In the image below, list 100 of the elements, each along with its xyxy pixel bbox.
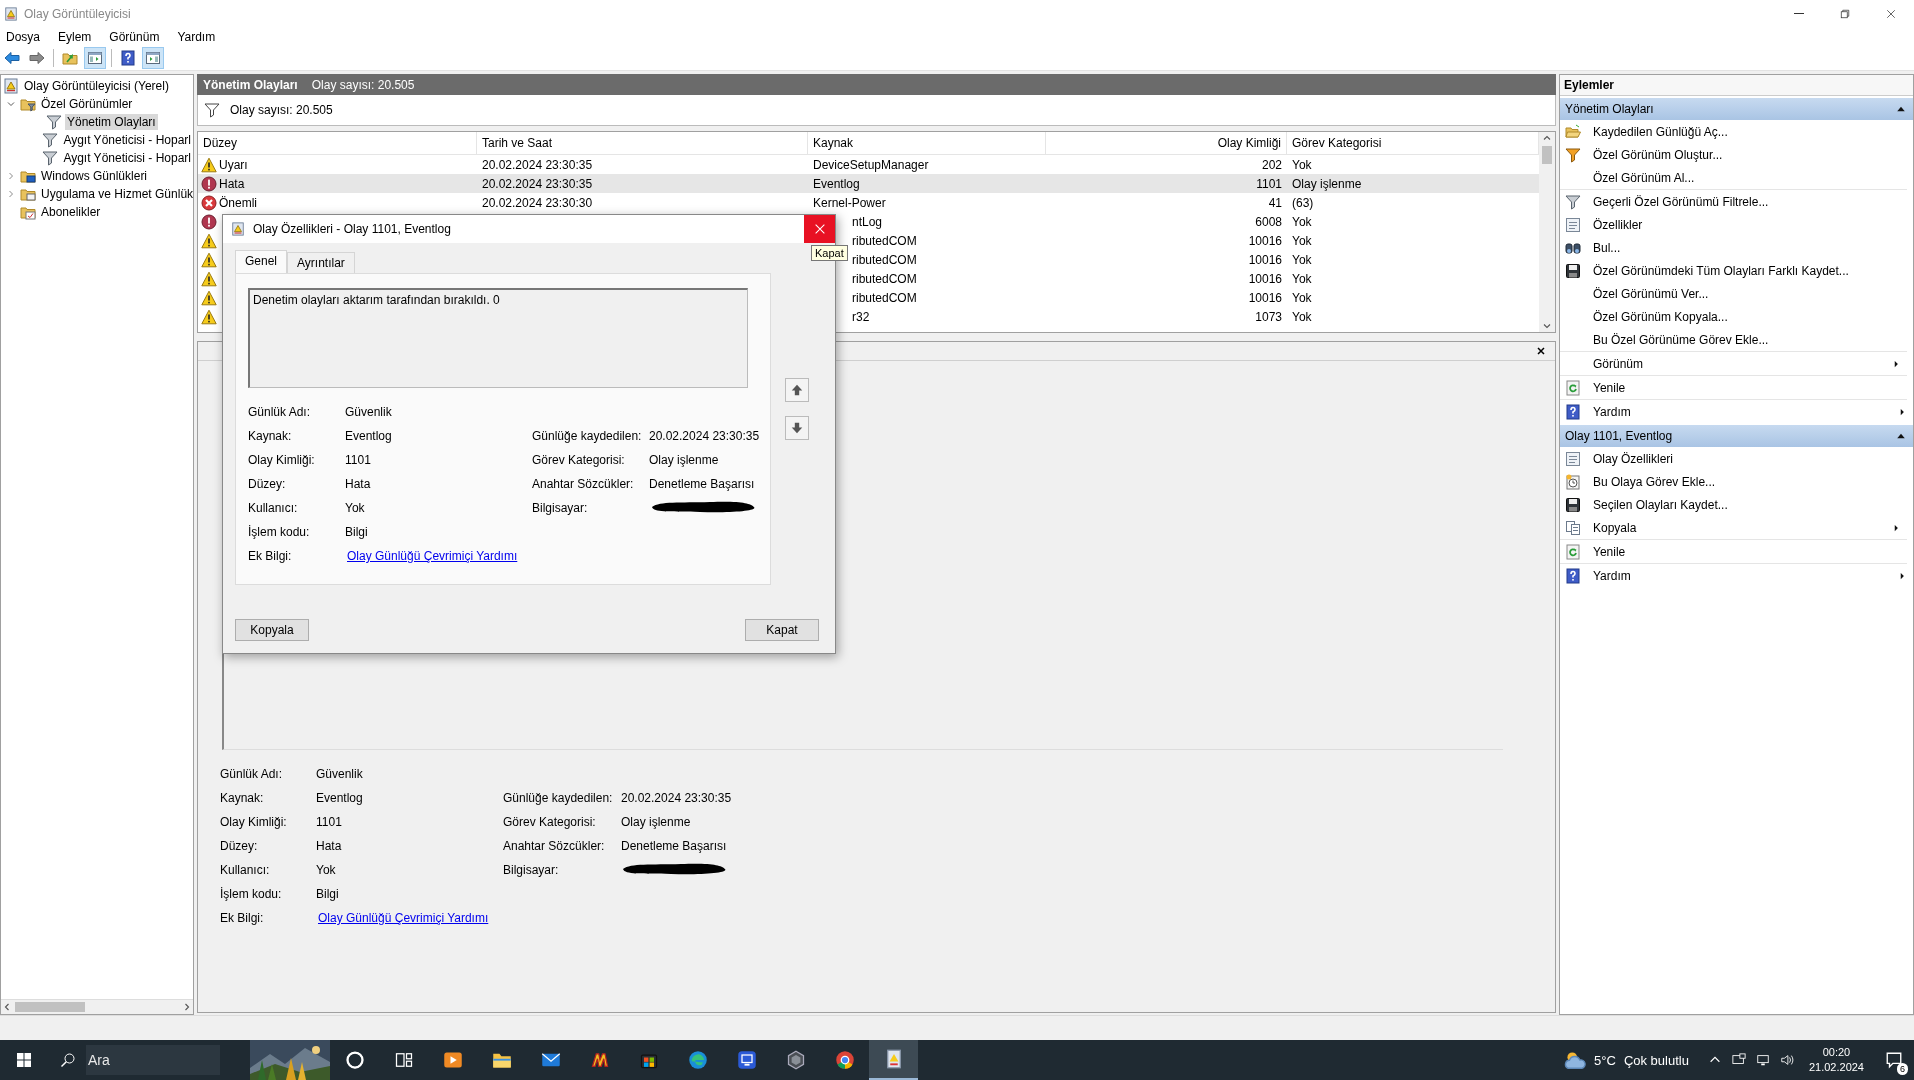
dialog-button[interactable]: Kopyala xyxy=(235,619,309,641)
event-viewer-icon xyxy=(3,78,19,94)
tree-item[interactable]: Olay Görüntüleyicisi (Yerel) xyxy=(22,78,171,94)
table-cell: Kernel-Power xyxy=(813,195,886,210)
tree-item[interactable]: Uygulama ve Hizmet Günlük xyxy=(39,186,193,202)
table-cell: Yok xyxy=(1292,290,1312,305)
search-field[interactable]: Ara xyxy=(86,1045,220,1075)
hexagon-icon xyxy=(785,1050,806,1070)
filter-icon xyxy=(1565,193,1581,210)
field-label: Günlüğe kaydedilen: xyxy=(532,429,643,443)
action-item[interactable]: Olay Özellikleri xyxy=(1593,451,1907,466)
action-item[interactable]: Kaydedilen Günlüğü Aç... xyxy=(1593,124,1907,139)
menu-item[interactable]: Görünüm xyxy=(105,27,168,46)
dialog-button[interactable]: Kapat xyxy=(745,619,819,641)
section-header[interactable]: Yönetim Olayları xyxy=(1560,98,1913,120)
table-cell: 1101 xyxy=(1256,176,1282,191)
table-cell: 20.02.2024 23:30:30 xyxy=(482,195,593,210)
scroll-thumb[interactable] xyxy=(1542,146,1552,164)
previous-button[interactable] xyxy=(785,378,809,402)
tree-item[interactable]: Aygıt Yöneticisi - Hoparl xyxy=(61,150,193,166)
action-item[interactable]: Geçerli Özel Görünümü Filtrele... xyxy=(1593,194,1907,209)
tree-item[interactable]: Aygıt Yöneticisi - Hoparl xyxy=(61,132,193,148)
volume-icon[interactable] xyxy=(1779,1053,1794,1067)
tree-item[interactable]: Abonelikler xyxy=(39,204,103,220)
toolbar-button[interactable] xyxy=(84,47,106,69)
menu-item[interactable]: Dosya xyxy=(2,27,48,46)
network-icon[interactable] xyxy=(1755,1053,1770,1067)
action-item[interactable]: Özel Görünüm Kopyala... xyxy=(1593,309,1907,324)
table-row[interactable]: Önemli 20.02.2024 23:30:30 Kernel-Power 41 (63) xyxy=(198,193,1539,212)
action-item[interactable]: Özellikler xyxy=(1593,217,1907,232)
tab[interactable]: Ayrıntılar xyxy=(287,252,355,273)
table-cell: Yok xyxy=(1292,214,1312,229)
action-item[interactable]: Bul... xyxy=(1593,240,1907,255)
help-link[interactable]: Olay Günlüğü Çevrimiçi Yardımı xyxy=(347,549,518,563)
field-label: Bilgisayar: xyxy=(532,501,589,515)
notification-count: 6 xyxy=(1897,1063,1908,1075)
action-item[interactable]: Bu Özel Görünüme Görev Ekle... xyxy=(1593,332,1901,347)
table-cell: Eventlog xyxy=(813,176,860,191)
action-item[interactable]: Kopyala xyxy=(1593,520,1891,535)
column-header[interactable]: Tarih ve Saat xyxy=(477,132,808,154)
action-item[interactable]: Özel Görünüm Al... xyxy=(1593,170,1901,185)
action-item[interactable]: Seçilen Olayları Kaydet... xyxy=(1593,497,1907,512)
section-header[interactable]: Olay 1101, Eventlog xyxy=(1560,425,1913,447)
table-row[interactable]: Uyarı 20.02.2024 23:30:35 DeviceSetupManager 202 Yok xyxy=(198,155,1539,174)
pane-title: Yönetim Olayları xyxy=(203,77,298,92)
table-row[interactable]: Hata 20.02.2024 23:30:35 Eventlog 1101 Olay işlenme xyxy=(198,174,1539,193)
minimize-icon xyxy=(1794,13,1804,14)
close-button[interactable] xyxy=(1535,345,1547,357)
menu-item[interactable]: Eylem xyxy=(54,27,100,46)
field-value: Denetleme Başarısı xyxy=(649,477,755,491)
field-value: Olay işlenme xyxy=(649,453,719,467)
event-viewer-icon xyxy=(4,6,18,21)
clock[interactable]: 00:20 21.02.2024 xyxy=(1808,1045,1864,1075)
back-arrow-icon xyxy=(4,50,20,66)
action-item[interactable]: Yardım xyxy=(1593,568,1897,583)
weather-widget[interactable]: 5°C Çok bulutlu xyxy=(1564,1049,1689,1071)
action-item[interactable]: Bu Olaya Görev Ekle... xyxy=(1593,474,1907,489)
close-icon xyxy=(1535,345,1547,357)
filter-summary: Olay sayısı: 20.505 xyxy=(230,103,333,117)
description-text: Denetim olayları aktarım tarafından bırakıldı. 0 xyxy=(253,293,500,307)
field-value: Bilgi xyxy=(316,887,339,901)
action-item[interactable]: Özel Görünüm Oluştur... xyxy=(1593,147,1907,162)
actions-title: Eylemler xyxy=(1560,75,1913,96)
window-title: Olay Görüntüleyicisi xyxy=(24,6,131,21)
start-icon xyxy=(16,1052,32,1068)
column-header[interactable]: Olay Kimliği xyxy=(1046,132,1287,154)
scroll-thumb[interactable] xyxy=(15,1002,85,1012)
action-item[interactable]: Yenile xyxy=(1593,544,1901,559)
field-label: Kullanıcı: xyxy=(248,501,299,515)
action-item[interactable]: Görünüm xyxy=(1593,356,1891,371)
tooltip: Kapat xyxy=(811,245,848,261)
help-link[interactable]: Olay Günlüğü Çevrimiçi Yardımı xyxy=(318,911,489,925)
help-icon xyxy=(1565,403,1581,420)
action-item[interactable]: Özel Görünümdeki Tüm Olayları Farklı Kaydet... xyxy=(1593,263,1907,278)
next-button[interactable] xyxy=(785,416,809,440)
action-item[interactable]: Yenile xyxy=(1593,380,1901,395)
table-cell: 41 xyxy=(1268,195,1282,210)
tree-item[interactable]: Yönetim Olayları xyxy=(65,114,158,130)
clock-date: 21.02.2024 xyxy=(1808,1060,1864,1075)
action-item[interactable]: Yardım xyxy=(1593,404,1897,419)
tree-item[interactable]: Özel Görünümler xyxy=(39,96,135,112)
toolbar-button[interactable] xyxy=(142,47,164,69)
browser-icon xyxy=(834,1050,855,1070)
field-value: Eventlog xyxy=(345,429,392,443)
table-cell: ntLog xyxy=(852,214,883,229)
tree-item[interactable]: Windows Günlükleri xyxy=(39,168,150,184)
taskbar-app[interactable] xyxy=(869,1040,918,1080)
refresh-icon xyxy=(1565,379,1581,396)
field-label: İşlem kodu: xyxy=(220,887,283,901)
menu-item[interactable]: Yardım xyxy=(173,27,224,46)
column-header[interactable]: Kaynak xyxy=(808,132,1046,154)
tab[interactable]: Genel xyxy=(235,250,288,273)
down-arrow-icon xyxy=(790,421,804,435)
remote-desktop-icon[interactable] xyxy=(1731,1053,1746,1067)
filter-icon xyxy=(46,114,62,130)
table-row[interactable]: r32 1073 Yok xyxy=(198,307,1539,326)
column-header[interactable]: Düzey xyxy=(198,132,477,154)
vertical-scrollbar[interactable] xyxy=(1539,132,1555,332)
action-item[interactable]: Özel Görünümü Ver... xyxy=(1593,286,1907,301)
horizontal-scrollbar[interactable] xyxy=(1,999,193,1014)
